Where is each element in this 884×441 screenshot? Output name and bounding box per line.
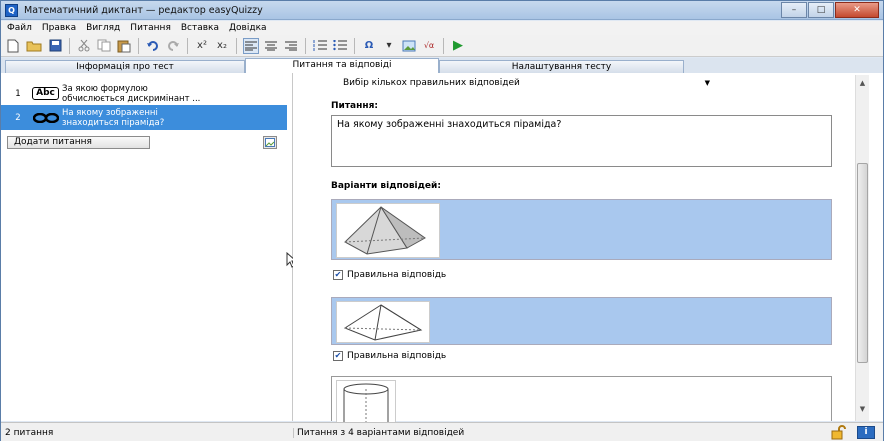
new-file-icon[interactable] (5, 38, 21, 54)
vertical-scrollbar[interactable]: ▲ ▼ (855, 75, 869, 421)
add-question-button[interactable]: Додати питання (7, 136, 150, 149)
check-icon: ✔ (333, 270, 343, 280)
maximize-button[interactable]: □ (808, 2, 834, 18)
save-icon[interactable] (47, 38, 63, 54)
align-right-icon[interactable] (283, 38, 299, 54)
toolbar-separator (138, 37, 139, 54)
pyramid-image (336, 203, 440, 258)
special-char-button[interactable]: Ω (361, 38, 377, 54)
menu-help[interactable]: Довідка (229, 21, 267, 35)
multiple-choice-icon (29, 112, 62, 123)
status-info: Питання з 4 варіантами відповідей (293, 428, 464, 438)
question-title-line2: обчислюється дискримінант ... (62, 93, 201, 104)
align-left-icon[interactable] (243, 37, 259, 54)
question-text-field[interactable]: На якому зображенні знаходиться піраміда… (331, 115, 832, 167)
menu-bar: Файл Правка Вигляд Питання Вставка Довід… (1, 21, 883, 35)
question-number: 1 (15, 88, 21, 99)
tab-test-info[interactable]: Інформація про тест (5, 60, 245, 73)
open-folder-icon[interactable] (25, 38, 43, 54)
menu-question[interactable]: Питання (130, 21, 171, 35)
formula-button[interactable]: √α (421, 38, 437, 54)
chevron-down-icon[interactable]: ▾ (381, 38, 397, 54)
questions-panel: 1 Abc За якою формулою обчислюється дискр… (1, 73, 293, 421)
close-button[interactable]: ✕ (835, 2, 879, 18)
run-test-icon[interactable]: ▶ (450, 38, 466, 54)
correct-answer-checkbox-2[interactable]: ✔ Правильна відповідь (333, 351, 446, 361)
menu-edit[interactable]: Правка (42, 21, 76, 35)
app-window: Q Математичний диктант — редактор easyQu… (0, 0, 884, 441)
answers-label: Варіанти відповідей: (331, 181, 441, 191)
list-item-selected[interactable]: 2 На якому зображенні знаходиться пірамід… (1, 105, 287, 130)
answer-image-3[interactable] (331, 376, 832, 425)
copy-icon[interactable] (96, 38, 112, 54)
question-label: Питання: (331, 101, 378, 111)
question-type-value: Вибір кількох правильних відповідей (343, 78, 520, 88)
toolbar-separator (305, 37, 306, 54)
answer-image-1[interactable] (331, 199, 832, 260)
cut-icon[interactable] (76, 38, 92, 54)
question-type-select[interactable]: Вибір кількох правильних відповідей ▼ (331, 78, 718, 90)
image-icon[interactable] (263, 136, 277, 149)
toolbar-separator (443, 37, 444, 54)
scroll-down-icon[interactable]: ▼ (856, 405, 869, 417)
align-center-icon[interactable] (263, 38, 279, 54)
toolbar: x² x₂ Ω ▾ √α ▶ (1, 35, 883, 57)
correct-answer-label: Правильна відповідь (347, 351, 447, 361)
cylinder-image (336, 380, 396, 425)
tab-bar: Інформація про тест Питання та відповіді… (1, 58, 883, 73)
scroll-up-icon[interactable]: ▲ (856, 79, 869, 91)
tab-test-settings[interactable]: Налаштування тесту (439, 60, 684, 73)
status-bar: 2 питання Питання з 4 варіантами відпові… (1, 422, 883, 441)
correct-answer-label: Правильна відповідь (347, 270, 447, 280)
toolbar-separator (187, 37, 188, 54)
chevron-down-icon: ▼ (704, 79, 710, 87)
title-bar: Q Математичний диктант — редактор easyQu… (1, 1, 883, 20)
question-title-line1: На якому зображенні (62, 107, 158, 118)
superscript-button[interactable]: x² (194, 38, 210, 54)
toolbar-separator (354, 37, 355, 54)
bullet-list-icon[interactable] (332, 38, 348, 54)
paste-icon[interactable] (116, 38, 132, 54)
tab-questions-answers[interactable]: Питання та відповіді (245, 58, 439, 73)
toolbar-separator (236, 37, 237, 54)
correct-answer-checkbox-1[interactable]: ✔ Правильна відповідь (333, 270, 446, 280)
window-title: Математичний диктант — редактор easyQuiz… (24, 5, 263, 16)
question-number: 2 (15, 112, 21, 123)
text-type-icon: Abc (32, 87, 59, 100)
image-icon[interactable] (401, 38, 417, 54)
pyramid-image (336, 301, 430, 343)
redo-icon[interactable] (165, 38, 181, 54)
menu-view[interactable]: Вигляд (86, 21, 120, 35)
subscript-button[interactable]: x₂ (214, 38, 230, 54)
question-title-line1: За якою формулою (62, 83, 148, 94)
question-title-line2: знаходиться піраміда? (62, 117, 165, 128)
question-editor: Вибір кількох правильних відповідей ▼ Пи… (293, 73, 883, 425)
info-icon[interactable]: i (857, 426, 875, 439)
toolbar-separator (69, 37, 70, 54)
check-icon: ✔ (333, 351, 343, 361)
list-item[interactable]: 1 Abc За якою формулою обчислюється дискр… (7, 81, 293, 106)
status-question-count: 2 питання (5, 428, 54, 438)
undo-icon[interactable] (145, 38, 161, 54)
minimize-button[interactable]: – (781, 2, 807, 18)
scrollbar-thumb[interactable] (857, 163, 868, 363)
app-icon: Q (5, 4, 18, 17)
answer-image-2[interactable] (331, 297, 832, 345)
numbered-list-icon[interactable] (312, 38, 328, 54)
menu-file[interactable]: Файл (7, 21, 32, 35)
unlock-icon[interactable] (831, 425, 847, 441)
menu-insert[interactable]: Вставка (181, 21, 219, 35)
